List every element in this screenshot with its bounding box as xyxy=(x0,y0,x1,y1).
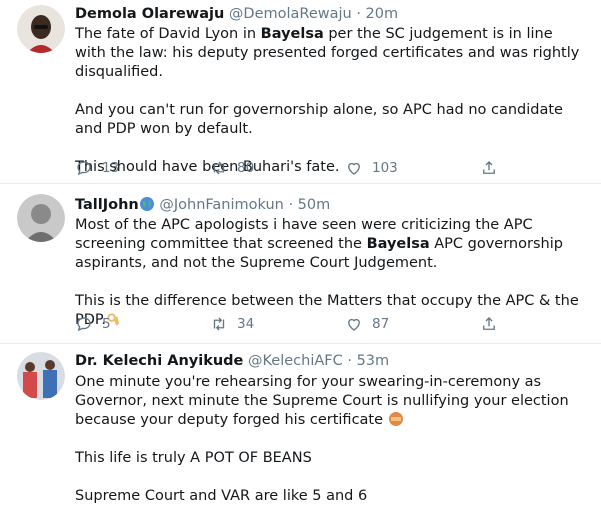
avatar[interactable] xyxy=(17,194,65,242)
timestamp[interactable]: 50m xyxy=(298,197,331,213)
tweet-header: Demola Olarewaju @DemolaRewaju · 20m xyxy=(75,6,398,22)
timestamp[interactable]: 53m xyxy=(357,353,390,369)
author-name[interactable]: Dr. Kelechi Anyikude xyxy=(75,353,243,369)
like-count: 103 xyxy=(372,160,398,176)
like-button[interactable]: 87 xyxy=(345,313,389,335)
separator-dot: · xyxy=(356,6,361,22)
heart-icon xyxy=(348,318,360,331)
reply-count: 13 xyxy=(102,160,120,176)
retweet-button[interactable]: 34 xyxy=(210,313,254,335)
retweet-arrows-icon xyxy=(213,161,225,175)
tweet-actions: 13 80 103 xyxy=(75,157,505,179)
tweet-paragraph: This life is truly A POT OF BEANS xyxy=(75,450,312,466)
globe-emoji-icon xyxy=(139,197,154,211)
tweet-3[interactable]: Dr. Kelechi Anyikude @KelechiAFC · 53m O… xyxy=(0,344,601,504)
tweet-header: TallJohn @JohnFanimokun · 50m xyxy=(75,196,330,213)
keyword-bayelsa[interactable]: Bayelsa xyxy=(261,26,324,42)
avatar[interactable] xyxy=(17,352,65,400)
author-handle[interactable]: @KelechiAFC xyxy=(248,353,343,369)
tweet-2[interactable]: TallJohn @JohnFanimokun · 50m Most of th… xyxy=(0,184,601,344)
retweet-arrows-icon xyxy=(213,317,225,331)
speech-bubble-icon xyxy=(77,317,91,332)
tweet-paragraph: And you can't run for governorship alone… xyxy=(75,102,563,137)
separator-dot: · xyxy=(347,353,352,369)
tweet-paragraph: One minute you're rehearsing for your sw… xyxy=(75,374,569,428)
timestamp[interactable]: 20m xyxy=(366,6,399,22)
like-button[interactable]: 103 xyxy=(345,157,398,179)
share-button[interactable] xyxy=(480,313,498,335)
share-upload-icon xyxy=(483,317,495,330)
like-count: 87 xyxy=(372,316,390,332)
retweet-count: 80 xyxy=(237,160,255,176)
author-name[interactable]: TallJohn xyxy=(75,197,139,213)
avatar[interactable] xyxy=(17,5,65,53)
retweet-button[interactable]: 80 xyxy=(210,157,254,179)
tweet-text: One minute you're rehearsing for your sw… xyxy=(75,373,585,506)
separator-dot: · xyxy=(288,197,294,213)
author-handle[interactable]: @DemolaRewaju xyxy=(229,6,352,22)
heart-icon xyxy=(348,162,360,175)
tweet-paragraph: Supreme Court and VAR are like 5 and 6 xyxy=(75,488,368,504)
tweet-text: The fate of David Lyon in Bayelsa per th… xyxy=(75,25,585,177)
reply-count: 5 xyxy=(102,316,111,332)
tweet-paragraph: Most of the APC apologists i have seen w… xyxy=(75,217,563,271)
tweet-1[interactable]: Demola Olarewaju @DemolaRewaju · 20m The… xyxy=(0,0,601,184)
retweet-count: 34 xyxy=(237,316,255,332)
author-handle[interactable]: @JohnFanimokun xyxy=(159,197,283,213)
reply-button[interactable]: 5 xyxy=(75,313,111,335)
speech-bubble-icon xyxy=(77,161,91,176)
tweet-header: Dr. Kelechi Anyikude @KelechiAFC · 53m xyxy=(75,353,389,369)
share-upload-icon xyxy=(483,161,495,174)
author-name[interactable]: Demola Olarewaju xyxy=(75,6,224,22)
reply-button[interactable]: 13 xyxy=(75,157,119,179)
share-button[interactable] xyxy=(480,157,498,179)
keyword-bayelsa[interactable]: Bayelsa xyxy=(367,236,430,252)
tweet-actions: 5 34 87 xyxy=(75,313,505,335)
facepalm-emoji-icon xyxy=(388,412,403,426)
tweet-paragraph: The fate of David Lyon in Bayelsa per th… xyxy=(75,26,580,80)
